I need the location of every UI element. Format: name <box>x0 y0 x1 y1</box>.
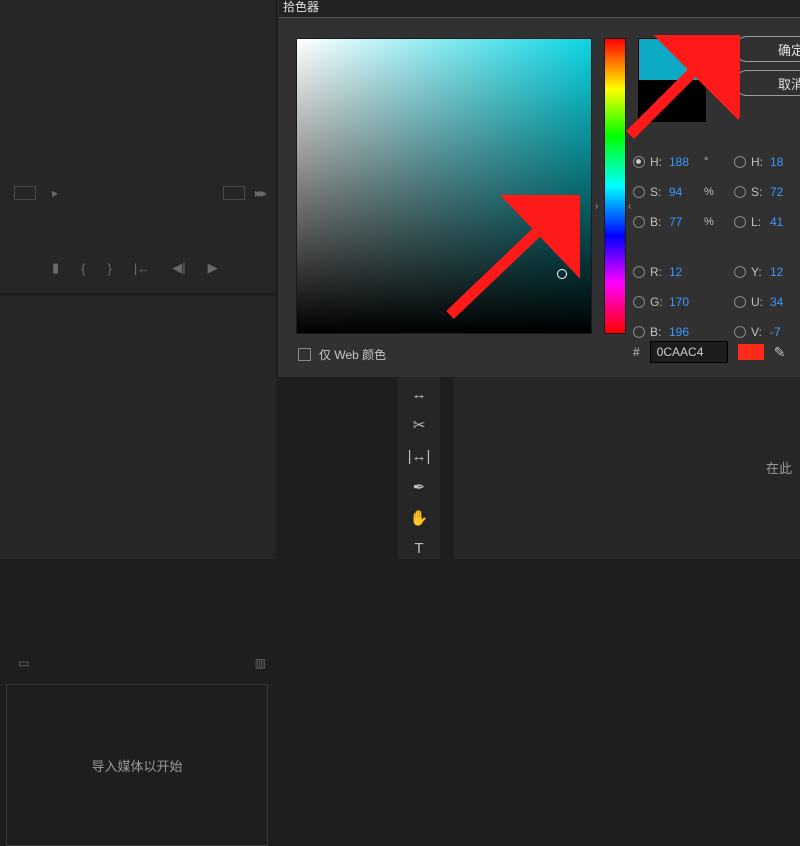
view-box[interactable] <box>223 186 245 200</box>
deg-unit: ° <box>704 156 708 168</box>
color-preview <box>638 38 706 122</box>
u-radio[interactable] <box>734 296 746 308</box>
color-field-marker-1 <box>551 222 561 232</box>
h2-label: H: <box>751 155 765 169</box>
h2-radio[interactable] <box>734 156 746 168</box>
u-value[interactable]: 34 <box>770 295 800 309</box>
tools-panel: ↔ ✂ |↔| ✒ ✋ T <box>398 376 440 559</box>
y-radio[interactable] <box>734 266 746 278</box>
color-picker-dialog: 拾色器 › ‹ 确定 取消 H: 188 ° S: 94 % B: 77 <box>278 0 800 377</box>
h2-value[interactable]: 18 <box>770 155 800 169</box>
type-icon[interactable]: T <box>407 538 431 559</box>
eyedropper-icon[interactable]: ✎ <box>774 344 786 361</box>
marker-icon[interactable]: ▮ <box>52 260 59 276</box>
color-field-marker-2 <box>557 269 567 279</box>
ok-button[interactable]: 确定 <box>734 36 800 62</box>
pct-unit-2: % <box>704 216 714 228</box>
pct-unit-1: % <box>704 186 714 198</box>
l-label: L: <box>751 215 765 229</box>
out-bracket-icon[interactable]: } <box>108 261 112 276</box>
s2-radio[interactable] <box>734 186 746 198</box>
pen-icon[interactable]: ✒ <box>407 476 431 497</box>
zoom-box[interactable] <box>14 186 36 200</box>
l-value[interactable]: 41 <box>770 215 800 229</box>
hex-label: # <box>633 345 640 359</box>
r-label: R: <box>650 265 664 279</box>
g-label: G: <box>650 295 664 309</box>
l-radio[interactable] <box>734 216 746 228</box>
slip-icon[interactable]: |↔| <box>407 446 431 467</box>
g-value[interactable]: 170 <box>669 295 699 309</box>
in-bracket-icon[interactable]: { <box>81 261 85 276</box>
hex-input[interactable]: 0CAAC4 <box>650 341 728 363</box>
web-only-label: 仅 Web 颜色 <box>319 346 386 363</box>
s2-label: S: <box>751 185 765 199</box>
play-icon[interactable]: ▶ <box>208 260 218 276</box>
h-value[interactable]: 188 <box>669 155 699 169</box>
hue-right-icon: ‹ <box>628 201 631 212</box>
web-only-checkbox[interactable] <box>298 348 311 361</box>
hue-radio[interactable] <box>633 156 645 168</box>
bin-icon[interactable]: ▭ <box>18 656 29 670</box>
hue-left-icon: › <box>595 201 598 212</box>
sat-radio[interactable] <box>633 186 645 198</box>
hsl-yuv-column: H: 18 S: 72 L: 41 Y: 12 U: 34 V: -7 <box>734 152 800 342</box>
color-preview-old <box>639 80 705 121</box>
s-label: S: <box>650 185 664 199</box>
color-field[interactable] <box>296 38 592 334</box>
b2-value[interactable]: 196 <box>669 325 699 339</box>
r-radio[interactable] <box>633 266 645 278</box>
step-back-icon[interactable]: ◀| <box>172 260 185 276</box>
thumbnail-icon[interactable]: ▥ <box>255 656 266 670</box>
b2-radio[interactable] <box>633 326 645 338</box>
red-swatch[interactable] <box>738 344 764 360</box>
list-icon[interactable]: ▸▸▸ <box>255 186 264 200</box>
b-label: B: <box>650 215 664 229</box>
import-media-dropzone[interactable]: 导入媒体以开始 <box>6 684 268 846</box>
s-value[interactable]: 94 <box>669 185 699 199</box>
r-value[interactable]: 12 <box>669 265 699 279</box>
ripple-icon[interactable]: ↔ <box>407 384 431 405</box>
dialog-title: 拾色器 <box>279 0 800 18</box>
h-label: H: <box>650 155 664 169</box>
u-label: U: <box>751 295 765 309</box>
g-radio[interactable] <box>633 296 645 308</box>
right-hint-label: 在此 <box>766 458 792 477</box>
import-media-label: 导入媒体以开始 <box>91 756 182 775</box>
hsb-rgb-column: H: 188 ° S: 94 % B: 77 % R: 12 G: 170 <box>633 152 714 342</box>
hand-icon[interactable]: ✋ <box>407 507 431 528</box>
b2-label: B: <box>650 325 664 339</box>
cancel-button[interactable]: 取消 <box>734 70 800 96</box>
razor-icon[interactable]: ✂ <box>407 415 431 436</box>
v-value[interactable]: -7 <box>770 325 800 339</box>
play-mini-icon[interactable]: ▸ <box>52 186 58 200</box>
bri-radio[interactable] <box>633 216 645 228</box>
b-value[interactable]: 77 <box>669 215 699 229</box>
s2-value[interactable]: 72 <box>770 185 800 199</box>
y-value[interactable]: 12 <box>770 265 800 279</box>
hue-slider[interactable] <box>604 38 626 334</box>
color-preview-new <box>639 39 705 80</box>
y-label: Y: <box>751 265 765 279</box>
v-label: V: <box>751 325 765 339</box>
v-radio[interactable] <box>734 326 746 338</box>
go-start-icon[interactable]: |← <box>134 261 150 276</box>
